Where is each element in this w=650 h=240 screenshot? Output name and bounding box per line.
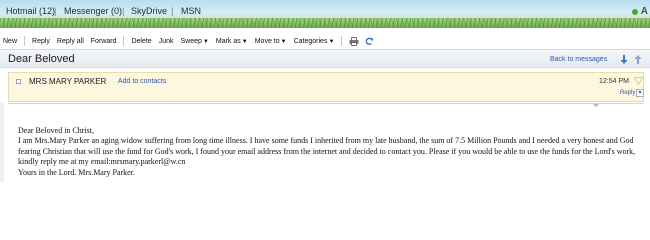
forward-button[interactable]: Forward	[91, 38, 117, 45]
account-initial[interactable]: A	[641, 6, 648, 17]
chevron-down-icon: ▼	[202, 38, 209, 45]
nav-separator: |	[122, 6, 125, 16]
move-to-menu-button[interactable]: Move to▼	[255, 38, 287, 45]
add-to-contacts-link[interactable]: Add to contacts	[118, 78, 166, 85]
toolbar-divider	[123, 36, 125, 46]
nav-link-skydrive[interactable]: SkyDrive	[131, 6, 167, 16]
reply-link[interactable]: Reply	[620, 90, 635, 96]
nav-separator: |	[54, 6, 57, 16]
message-time: 12:54 PM	[599, 78, 629, 85]
toolbar-divider	[24, 36, 26, 46]
sender-name: MRS MARY PARKER	[29, 77, 107, 86]
categories-menu-button[interactable]: Categories▼	[294, 38, 335, 45]
delete-button[interactable]: Delete	[131, 38, 151, 45]
chevron-down-icon: ▼	[280, 38, 287, 45]
categories-label: Categories	[293, 37, 328, 45]
chevron-down-icon: ▼	[328, 38, 335, 45]
flag-icon[interactable]	[633, 77, 644, 87]
body-greeting: Dear Beloved in Christ,	[18, 126, 94, 135]
nav-link-messenger[interactable]: Messenger (0)	[64, 6, 122, 16]
body-paragraph: I am Mrs.Mary Parker an aging widow suff…	[18, 136, 636, 167]
sweep-menu-button[interactable]: Sweep▼	[181, 38, 209, 45]
message-header-bar: Dear Beloved Back to messages	[0, 49, 650, 68]
move-to-label: Move to	[254, 37, 280, 45]
reply-options-chevron-icon[interactable]: ▼	[636, 89, 644, 97]
toolbar-divider	[341, 36, 343, 46]
message-toolbar: New Reply Reply all Forward Delete Junk …	[0, 33, 650, 49]
left-edge-handle	[0, 102, 4, 182]
junk-button[interactable]: Junk	[159, 38, 174, 45]
refresh-icon[interactable]	[365, 37, 374, 46]
reply-all-button[interactable]: Reply all	[57, 38, 84, 45]
message-subject: Dear Beloved	[8, 53, 75, 65]
sweep-label: Sweep	[180, 37, 202, 45]
nav-link-msn[interactable]: MSN	[181, 6, 201, 16]
top-nav-banner: Hotmail (12) | Messenger (0) | SkyDrive …	[0, 0, 650, 28]
message-body: Dear Beloved in Christ, I am Mrs.Mary Pa…	[18, 126, 640, 178]
new-button[interactable]: New	[3, 38, 17, 45]
reply-button[interactable]: Reply	[32, 38, 50, 45]
collapse-toggle[interactable]	[16, 79, 21, 84]
nav-separator: |	[171, 6, 174, 16]
chevron-down-icon: ▼	[241, 38, 248, 45]
expand-notch-icon	[593, 104, 599, 107]
grass-decoration	[0, 18, 650, 28]
back-to-messages-link[interactable]: Back to messages	[550, 56, 607, 63]
body-signoff: Yours in the Lord. Mrs.Mary Parker.	[18, 167, 135, 177]
panel-divider	[8, 103, 644, 104]
previous-message-arrow-icon[interactable]	[634, 55, 642, 66]
next-message-arrow-icon[interactable]	[620, 55, 628, 66]
nav-link-hotmail[interactable]: Hotmail (12)	[6, 6, 55, 16]
print-icon[interactable]	[349, 36, 359, 46]
status-dot-icon	[632, 9, 638, 15]
mark-as-label: Mark as	[215, 37, 241, 45]
mark-as-menu-button[interactable]: Mark as▼	[216, 38, 248, 45]
sender-panel: MRS MARY PARKER Add to contacts 12:54 PM…	[8, 72, 644, 102]
